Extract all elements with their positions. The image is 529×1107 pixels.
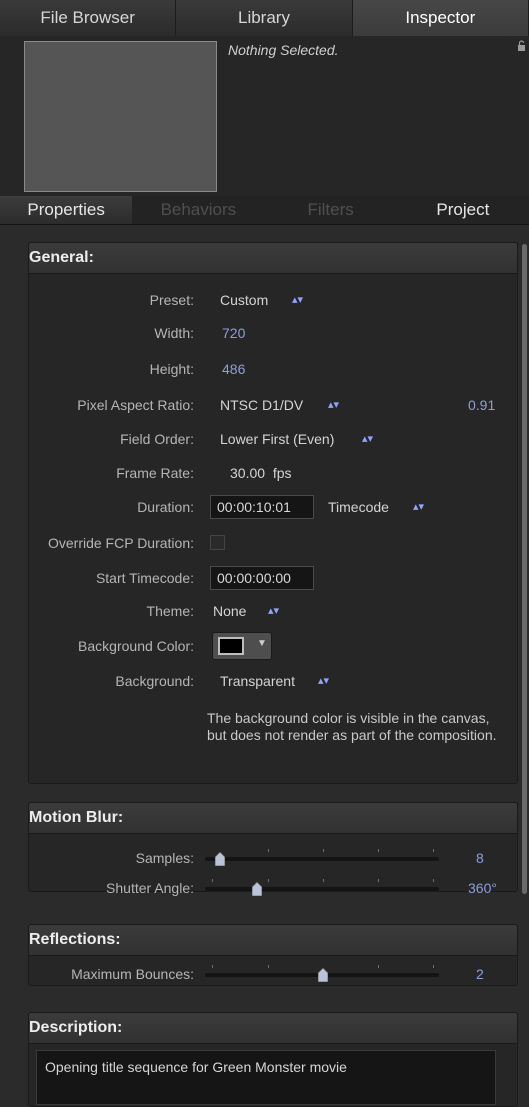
- tab-library[interactable]: Library: [176, 0, 353, 36]
- description-title: Description:: [29, 1019, 123, 1036]
- shutter-angle-slider[interactable]: [205, 887, 439, 891]
- lock-icon[interactable]: [517, 40, 526, 54]
- max-bounces-value[interactable]: 2: [476, 966, 484, 982]
- tab-properties[interactable]: Properties: [0, 196, 133, 224]
- background-color-swatch[interactable]: [218, 637, 244, 655]
- shutter-angle-label: Shutter Angle:: [106, 880, 194, 896]
- description-header[interactable]: Description:: [28, 1012, 518, 1044]
- slider-tick: [268, 965, 269, 968]
- background-color-label: Background Color:: [78, 638, 194, 654]
- inspector-scrollbar-thumb[interactable]: [522, 244, 527, 894]
- slider-tick: [433, 849, 434, 852]
- tab-inspector[interactable]: Inspector: [352, 0, 529, 36]
- samples-label: Samples:: [135, 850, 194, 866]
- slider-tick: [212, 965, 213, 968]
- width-value[interactable]: 720: [222, 325, 245, 341]
- width-label: Width:: [154, 325, 194, 341]
- par-label: Pixel Aspect Ratio:: [77, 397, 194, 413]
- duration-label: Duration:: [137, 499, 194, 515]
- top-tab-bar: File Browser Library Inspector: [0, 0, 529, 37]
- duration-format[interactable]: Timecode: [328, 499, 389, 515]
- general-title: General:: [29, 249, 94, 266]
- start-timecode-field[interactable]: 00:00:00:00: [210, 566, 314, 590]
- inspector-sub-tabs: Properties Behaviors Filters Project: [0, 196, 529, 225]
- preset-label: Preset:: [149, 292, 194, 308]
- start-timecode-label: Start Timecode:: [95, 570, 194, 586]
- theme-value[interactable]: None: [213, 603, 246, 619]
- reflections-title: Reflections:: [29, 931, 121, 948]
- background-value[interactable]: Transparent: [220, 673, 295, 689]
- tab-behaviors[interactable]: Behaviors: [132, 196, 264, 224]
- tab-project[interactable]: Project: [397, 196, 529, 224]
- slider-tick: [212, 879, 213, 882]
- slider-tick: [323, 879, 324, 882]
- field-order-popup-arrows-icon[interactable]: ▴▾: [362, 432, 373, 445]
- tab-file-browser[interactable]: File Browser: [0, 0, 177, 36]
- override-fcp-checkbox[interactable]: [210, 535, 225, 550]
- par-popup-arrows-icon[interactable]: ▴▾: [328, 398, 339, 411]
- frame-rate-value: 30.00 fps: [230, 465, 292, 481]
- slider-tick: [268, 879, 269, 882]
- motion-blur-header[interactable]: Motion Blur:: [28, 802, 518, 834]
- motion-blur-title: Motion Blur:: [29, 809, 124, 826]
- selection-status: Nothing Selected.: [228, 42, 339, 58]
- shutter-angle-value[interactable]: 360°: [468, 880, 497, 896]
- shutter-angle-slider-thumb[interactable]: [251, 881, 263, 897]
- field-order-value[interactable]: Lower First (Even): [220, 431, 334, 447]
- max-bounces-label: Maximum Bounces:: [71, 966, 194, 982]
- slider-tick: [433, 965, 434, 968]
- slider-tick: [323, 849, 324, 852]
- tab-filters[interactable]: Filters: [265, 196, 397, 224]
- slider-tick: [378, 965, 379, 968]
- samples-slider-thumb[interactable]: [214, 851, 226, 867]
- par-number[interactable]: 0.91: [468, 397, 495, 413]
- frame-rate-label: Frame Rate:: [116, 465, 194, 481]
- samples-slider[interactable]: [205, 857, 439, 861]
- background-note: The background color is visible in the c…: [207, 710, 497, 743]
- reflections-header[interactable]: Reflections:: [28, 924, 518, 956]
- override-fcp-label: Override FCP Duration:: [47, 535, 194, 551]
- preset-popup-arrows-icon[interactable]: ▴▾: [292, 293, 303, 306]
- slider-tick: [433, 879, 434, 882]
- background-popup-arrows-icon[interactable]: ▴▾: [318, 674, 329, 687]
- chevron-down-icon[interactable]: ▼: [257, 638, 267, 649]
- slider-tick: [268, 849, 269, 852]
- samples-value[interactable]: 8: [476, 850, 484, 866]
- duration-format-arrows-icon[interactable]: ▴▾: [413, 500, 424, 513]
- preset-value[interactable]: Custom: [220, 292, 268, 308]
- par-value[interactable]: NTSC D1/DV: [220, 397, 303, 413]
- slider-tick: [378, 849, 379, 852]
- max-bounces-slider-thumb[interactable]: [317, 967, 329, 983]
- background-label: Background:: [115, 673, 194, 689]
- general-header[interactable]: General:: [28, 242, 518, 274]
- theme-popup-arrows-icon[interactable]: ▴▾: [268, 604, 279, 617]
- description-textarea[interactable]: Opening title sequence for Green Monster…: [36, 1050, 496, 1105]
- field-order-label: Field Order:: [120, 431, 194, 447]
- theme-label: Theme:: [146, 603, 194, 619]
- preview-thumbnail: [24, 41, 217, 192]
- slider-tick: [378, 879, 379, 882]
- height-value[interactable]: 486: [222, 361, 245, 377]
- height-label: Height:: [149, 361, 194, 377]
- duration-field[interactable]: 00:00:10:01: [210, 495, 314, 519]
